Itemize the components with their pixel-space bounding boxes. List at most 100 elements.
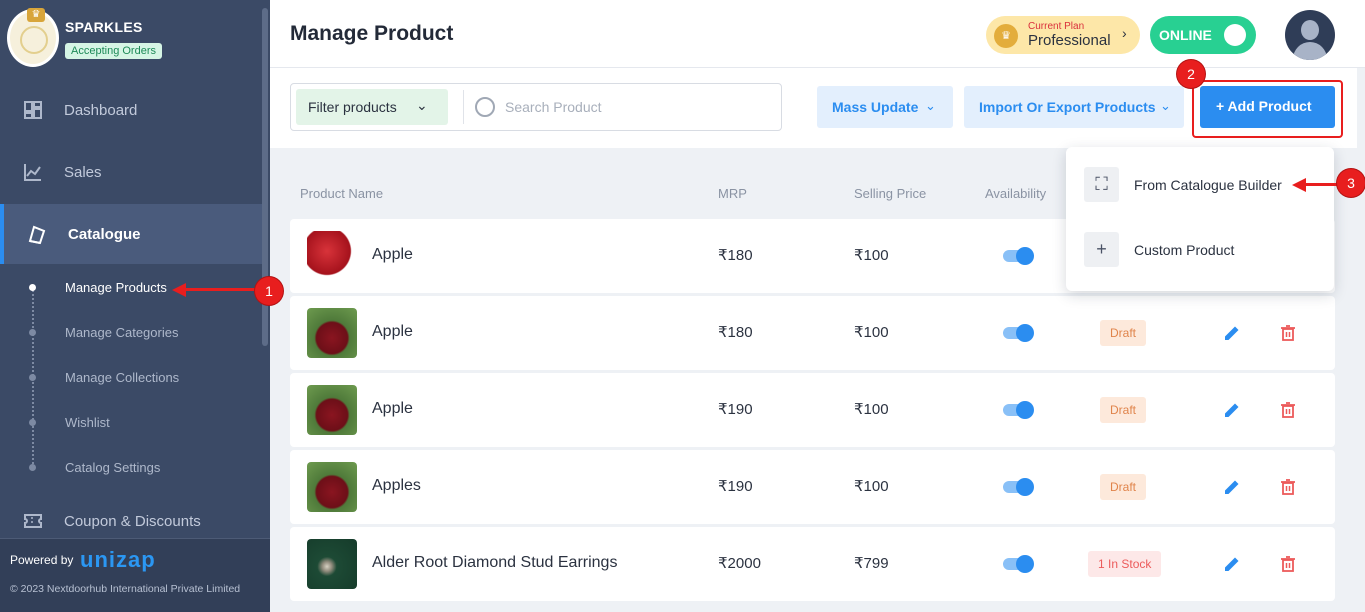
add-product-button[interactable]: + Add Product [1200,86,1335,128]
status-badge: Draft [1100,474,1147,500]
avatar-body [1293,42,1327,60]
import-export-label: Import Or Export Products [979,99,1156,115]
product-mrp: ₹180 [718,247,753,264]
delete-icon[interactable] [1278,323,1298,343]
sales-chart-icon [24,164,41,181]
menu-item-from-catalogue-builder[interactable]: ⛶ From Catalogue Builder [1084,167,1324,203]
search-input[interactable] [505,92,765,122]
store-status-badge: Accepting Orders [65,43,162,59]
top-header: Manage Product ♛ Current Plan Profession… [270,0,1365,68]
chevron-down-icon: ⌄ [416,97,428,113]
dashboard-icon [24,101,42,119]
plus-icon: + [1084,232,1119,267]
submenu-catalog-settings[interactable]: Catalog Settings [65,460,160,475]
submenu-manage-categories[interactable]: Manage Categories [65,325,178,340]
plan-caption: Current Plan [1028,21,1085,32]
product-name: Apple [372,323,413,340]
toggle-knob [1016,401,1034,419]
crown-icon: ♛ [27,8,45,22]
store-name: SPARKLES [65,19,143,35]
edit-icon[interactable] [1222,554,1242,574]
table-row[interactable]: Apple ₹180 ₹100 Draft [290,296,1335,370]
mass-update-button[interactable]: Mass Update ⌄ [817,86,953,128]
crown-icon: ♛ [994,24,1018,48]
product-mrp: ₹190 [718,478,753,495]
availability-toggle[interactable] [1003,324,1034,342]
import-export-button[interactable]: Import Or Export Products ⌄ [964,86,1184,128]
product-name: Apples [372,477,421,494]
product-name: Apple [372,400,413,417]
add-product-label: + Add Product [1216,98,1312,114]
submenu-manage-collections[interactable]: Manage Collections [65,370,179,385]
toggle-knob [1016,555,1034,573]
sidebar-item-label: Dashboard [64,101,138,119]
submenu-wishlist[interactable]: Wishlist [65,415,110,430]
column-header-product-name: Product Name [300,186,384,201]
availability-toggle[interactable] [1003,401,1034,419]
column-header-availability: Availability [985,186,1047,201]
edit-icon[interactable] [1222,477,1242,497]
product-selling-price: ₹100 [854,247,889,264]
current-plan-pill[interactable]: ♛ Current Plan Professional › [986,16,1140,54]
table-row[interactable]: Apples ₹190 ₹100 Draft [290,450,1335,524]
submenu-dot [29,284,36,291]
sidebar-item-sales[interactable]: Sales [0,142,262,202]
online-toggle[interactable]: ONLINE [1150,16,1256,54]
search-icon [475,97,495,117]
edit-icon[interactable] [1222,400,1242,420]
availability-toggle[interactable] [1003,247,1034,265]
product-mrp: ₹180 [718,324,753,341]
toggle-knob [1016,478,1034,496]
plan-name: Professional [1028,32,1111,49]
chevron-right-icon: › [1122,25,1127,41]
stock-badge: 1 In Stock [1088,551,1162,577]
product-selling-price: ₹100 [854,324,889,341]
product-name: Apple [372,246,413,263]
delete-icon[interactable] [1278,400,1298,420]
availability-toggle[interactable] [1003,555,1034,573]
table-row[interactable]: Apple ₹190 ₹100 Draft [290,373,1335,447]
toggle-knob [1224,24,1246,46]
status-badge: Draft [1100,320,1147,346]
delete-icon[interactable] [1278,477,1298,497]
product-thumbnail [307,539,357,589]
toggle-knob [1016,324,1034,342]
product-mrp: ₹190 [718,401,753,418]
product-selling-price: ₹799 [854,555,889,572]
menu-item-label: Custom Product [1134,242,1235,258]
annotation-arrow [184,288,256,291]
annotation-step-1: 1 [255,277,283,305]
filter-products-dropdown[interactable]: Filter products ⌄ [296,89,448,125]
chevron-down-icon: ⌄ [925,98,936,113]
product-name: Alder Root Diamond Stud Earrings [372,554,618,571]
column-header-selling-price: Selling Price [854,186,927,201]
page-title: Manage Product [290,22,454,45]
catalogue-icon [28,225,46,245]
delete-icon[interactable] [1278,554,1298,574]
edit-icon[interactable] [1222,323,1242,343]
product-thumbnail [307,462,357,512]
sidebar-item-label: Catalogue [68,225,141,243]
submenu-dot [29,464,36,471]
product-selling-price: ₹100 [854,401,889,418]
seal-icon [20,26,48,54]
sidebar: ♛ SPARKLES Accepting Orders Dashboard Sa… [0,0,270,612]
user-avatar[interactable] [1285,10,1335,60]
sidebar-item-catalogue[interactable]: Catalogue [0,204,262,264]
avatar-head [1301,20,1319,40]
submenu-dot [29,374,36,381]
mass-update-label: Mass Update [832,99,919,115]
unizap-logo: unizap [80,547,156,572]
table-row[interactable]: Alder Root Diamond Stud Earrings ₹2000 ₹… [290,527,1335,601]
coupon-icon [24,514,42,528]
submenu-manage-products[interactable]: Manage Products [65,280,167,295]
sidebar-item-dashboard[interactable]: Dashboard [0,80,262,140]
sidebar-footer: Powered by unizap © 2023 Nextdoorhub Int… [0,538,270,612]
availability-toggle[interactable] [1003,478,1034,496]
copyright-text: © 2023 Nextdoorhub International Private… [10,583,241,595]
sidebar-item-label: Coupon & Discounts [64,512,201,530]
submenu-dot [29,329,36,336]
sidebar-item-label: Sales [64,163,102,181]
menu-item-custom-product[interactable]: + Custom Product [1084,232,1324,268]
filter-label: Filter products [308,99,397,115]
